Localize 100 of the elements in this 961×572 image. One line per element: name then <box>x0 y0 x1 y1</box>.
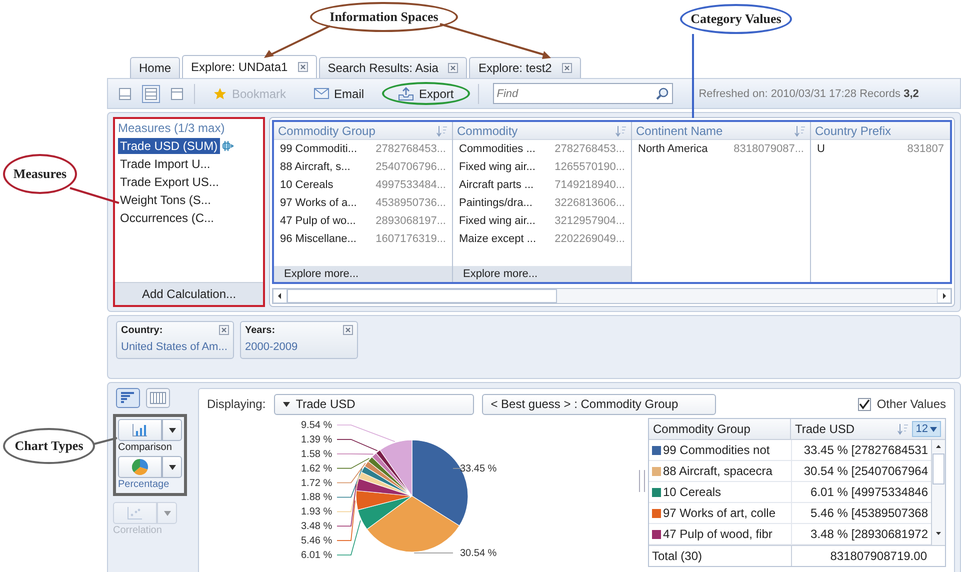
layout-button[interactable] <box>142 84 160 102</box>
category-label: Maize except ... <box>459 233 536 245</box>
view-toggle[interactable] <box>116 388 140 408</box>
search-icon[interactable] <box>656 87 669 100</box>
column-header[interactable]: Commodity <box>453 122 631 140</box>
column-header[interactable]: Continent Name <box>632 122 810 140</box>
category-row[interactable]: 10 Cereals 4997533484... <box>274 176 452 194</box>
category-value: 1265570190... <box>554 161 625 173</box>
column-header[interactable]: Country Prefix <box>811 122 950 140</box>
close-icon[interactable] <box>562 63 572 73</box>
chart-type-label[interactable]: Comparison <box>118 441 172 454</box>
scatter-chart-icon <box>127 506 143 520</box>
category-value: 4997533484... <box>376 179 446 191</box>
leader-line <box>414 552 454 554</box>
category-row[interactable]: 88 Aircraft, s... 2540706796... <box>274 158 452 176</box>
sort-icon[interactable] <box>615 124 627 136</box>
total-value: 831807908719.00 <box>791 546 945 566</box>
measure-item[interactable]: Occurrences (C... <box>118 210 216 226</box>
scroll-right-arrow-icon[interactable] <box>937 289 951 303</box>
category-row[interactable]: 97 Works of a... 4538950736... <box>274 194 452 212</box>
horizontal-scrollbar[interactable] <box>272 288 952 304</box>
filter-value: 2000-2009 <box>245 341 299 353</box>
explore-more-button[interactable]: Explore more... <box>274 266 452 282</box>
sort-icon[interactable] <box>794 124 806 136</box>
splitter-grip[interactable] <box>639 470 645 492</box>
category-row[interactable]: Paintings/dra... 3226813606... <box>453 194 631 212</box>
add-calculation-button[interactable]: Add Calculation... <box>115 282 263 305</box>
close-icon[interactable] <box>219 325 229 335</box>
chart-type-button[interactable] <box>118 419 162 441</box>
column-header[interactable]: Commodity Group <box>649 419 791 439</box>
column-title: Commodity <box>457 124 518 138</box>
category-row[interactable]: North America 8318079087... <box>632 140 810 158</box>
toolbar-button[interactable]: Export <box>382 82 470 105</box>
chart-type-button[interactable] <box>118 456 162 478</box>
tab[interactable]: Explore: test2 <box>469 57 581 78</box>
filter-chip[interactable]: Country: United States of Am... <box>116 321 234 359</box>
bar-chart-icon <box>132 423 148 437</box>
category-value: 4538950736... <box>376 197 446 209</box>
measure-item[interactable]: Weight Tons (S... <box>118 192 213 208</box>
close-icon[interactable] <box>448 63 458 73</box>
dropdown-button[interactable] <box>162 419 182 441</box>
data-label: 1.62 % <box>301 463 332 474</box>
tab[interactable]: Explore: UNData1 <box>182 55 317 78</box>
data-label: 6.01 % <box>301 550 332 561</box>
category-row[interactable]: Fixed wing air... 1265570190... <box>453 158 631 176</box>
toolbar-button[interactable]: Email <box>304 82 374 104</box>
column-header[interactable]: Trade USD <box>795 422 855 436</box>
callout-label: Category Values <box>680 4 792 34</box>
explore-more-button[interactable]: Explore more... <box>453 266 631 282</box>
top-n-dropdown[interactable]: 12 <box>912 421 941 437</box>
chart-type-label[interactable]: Percentage <box>118 478 170 491</box>
dropdown-button[interactable] <box>162 456 182 478</box>
envelope-icon <box>314 88 330 99</box>
callout-line <box>70 187 120 204</box>
category-row[interactable]: 47 Pulp of wo... 2893068197... <box>274 212 452 230</box>
category-label: 99 Commoditi... <box>280 143 358 155</box>
columns-icon <box>150 392 166 404</box>
checkbox[interactable] <box>858 398 871 410</box>
category-label: Fixed wing air... <box>459 215 536 227</box>
measure-item[interactable]: Trade Export US... <box>118 174 221 190</box>
data-label: 5.46 % <box>301 536 332 547</box>
status-text: Refreshed on: 2010/03/31 17:28 Records 3,2 <box>698 88 919 100</box>
scroll-left-arrow-icon[interactable] <box>273 289 287 303</box>
category-row[interactable]: Fixed wing air... 3212957904... <box>453 212 631 230</box>
tab[interactable]: Home <box>130 57 180 78</box>
search-input[interactable]: Find <box>496 88 656 100</box>
tab[interactable]: Search Results: Asia <box>318 57 468 78</box>
vertical-scrollbar[interactable] <box>931 440 945 545</box>
measure-item[interactable]: Trade Import U... <box>118 156 212 172</box>
measure-dropdown[interactable]: Trade USD <box>274 394 474 414</box>
measures-title: Measures (1/3 max) <box>117 120 226 137</box>
category-label: 47 Pulp of wo... <box>280 215 356 227</box>
leader-line <box>452 468 462 469</box>
category-row[interactable]: 99 Commoditi... 2782768453... <box>274 140 452 158</box>
data-label: 1.58 % <box>301 448 332 460</box>
category-label: 10 Cereals <box>280 179 334 191</box>
category-row[interactable]: Commodities ... 2782768453... <box>453 140 631 158</box>
leader-line <box>336 454 374 455</box>
close-icon[interactable] <box>298 62 308 72</box>
filter-chip[interactable]: Years: 2000-2009 <box>240 321 358 359</box>
category-row[interactable]: Aircraft parts ... 7149218940... <box>453 176 631 194</box>
category-row[interactable]: U 831807 <box>811 140 950 158</box>
sort-icon[interactable] <box>436 124 448 136</box>
dimension-button[interactable]: < Best guess > : Commodity Group <box>482 394 716 414</box>
close-icon[interactable] <box>343 325 353 335</box>
search-field[interactable]: Find <box>492 83 673 104</box>
grip-icon[interactable] <box>222 140 234 152</box>
column-header[interactable]: Commodity Group <box>274 122 452 140</box>
legend-label: 88 Aircraft, spacecra <box>649 461 791 481</box>
measure-item[interactable]: Trade USD (SUM) <box>118 138 220 154</box>
category-label: North America <box>638 143 708 155</box>
category-label: Commodities ... <box>459 143 536 155</box>
view-toggle[interactable] <box>146 388 170 408</box>
category-row[interactable]: 96 Miscellane... 1607176319... <box>274 230 452 248</box>
category-value: 831807 <box>907 143 944 155</box>
displaying-label: Displaying: <box>207 397 266 411</box>
category-label: 97 Works of a... <box>280 197 357 209</box>
category-value: 3212957904... <box>554 215 625 227</box>
category-row[interactable]: Maize except ... 2202269049... <box>453 230 631 248</box>
sort-icon[interactable] <box>896 423 909 435</box>
